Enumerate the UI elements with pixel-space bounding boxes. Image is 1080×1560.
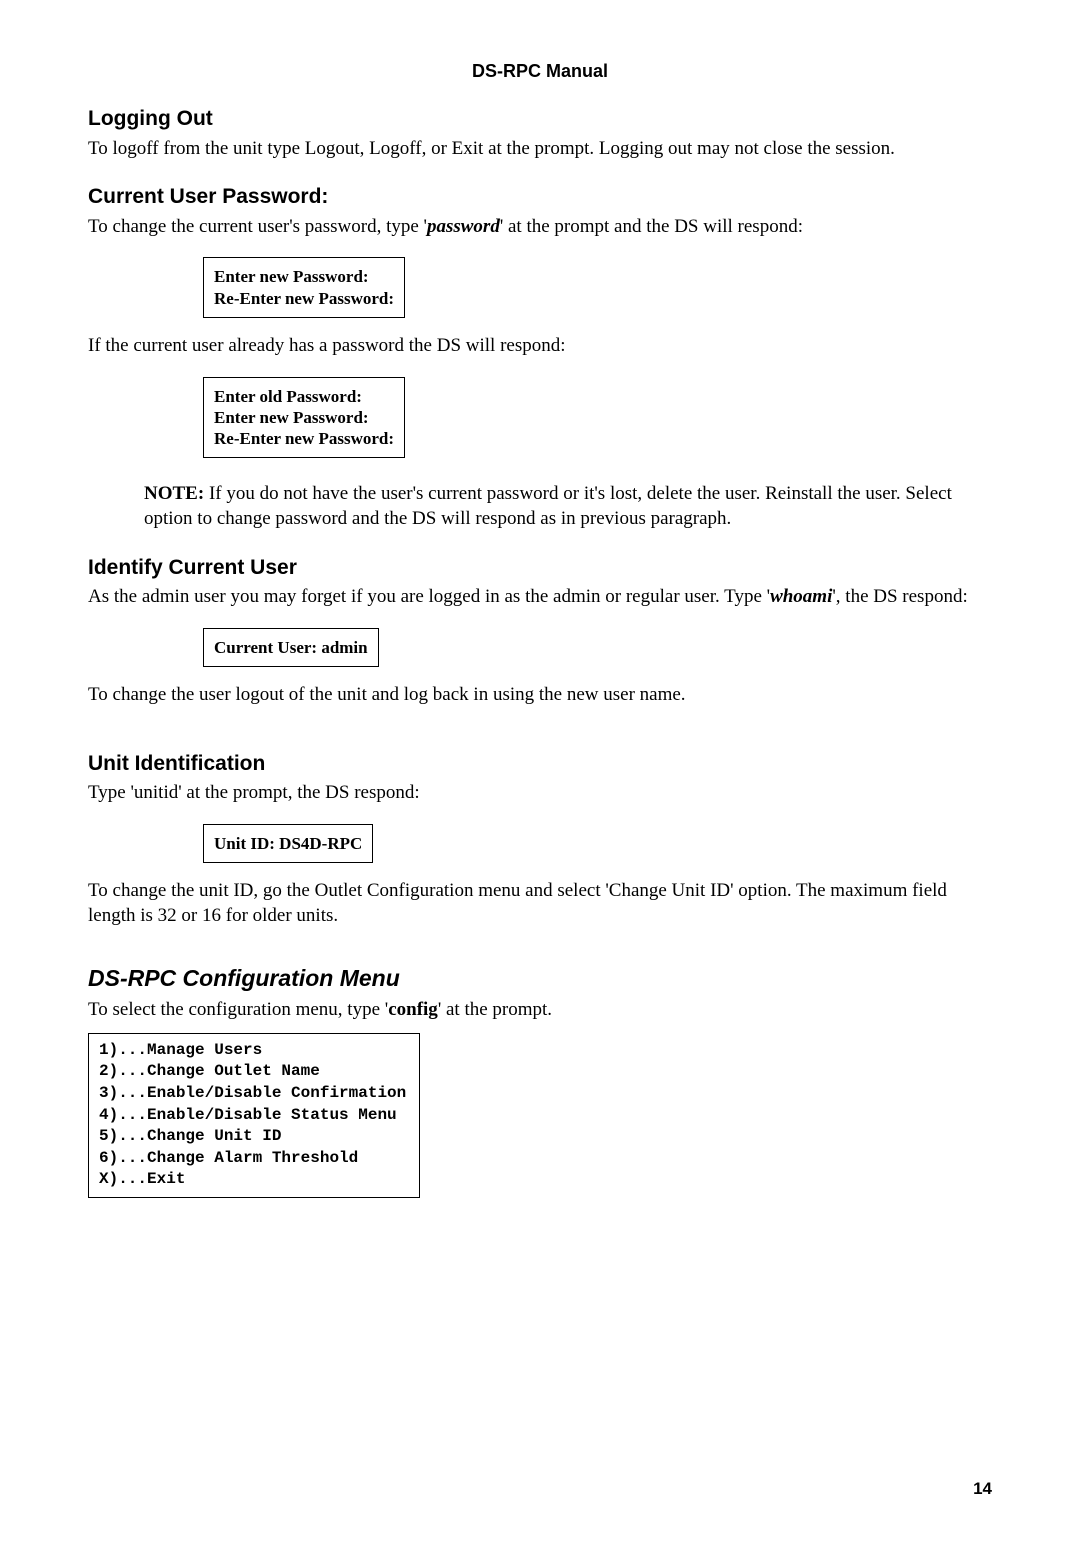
terminal-box-old-password: Enter old Password: Enter new Password: … — [203, 377, 405, 459]
text-fragment: As the admin user you may forget if you … — [88, 586, 770, 607]
terminal-box-current-user: Current User: admin — [203, 628, 379, 667]
body-unitid-intro: Type 'unitid' at the prompt, the DS resp… — [88, 781, 992, 806]
body-password-mid: If the current user already has a passwo… — [88, 334, 992, 359]
heading-config-menu: DS-RPC Configuration Menu — [88, 964, 992, 994]
page-number: 14 — [88, 1478, 992, 1500]
terminal-box-new-password: Enter new Password: Re-Enter new Passwor… — [203, 257, 405, 318]
text-fragment: To select the configuration menu, type ' — [88, 999, 388, 1020]
text-fragment: ' at the prompt and the DS will respond: — [500, 216, 803, 237]
heading-current-user-password: Current User Password: — [88, 183, 992, 210]
text-fragment: ', the DS respond: — [832, 586, 967, 607]
note-label: NOTE: — [144, 483, 204, 504]
heading-logging-out: Logging Out — [88, 105, 992, 132]
command-password: password — [427, 216, 500, 237]
document-header: DS-RPC Manual — [88, 60, 992, 83]
note-block: NOTE: If you do not have the user's curr… — [144, 482, 992, 531]
heading-identify-current-user: Identify Current User — [88, 554, 992, 581]
text-fragment: ' at the prompt. — [438, 999, 552, 1020]
body-logging-out: To logoff from the unit type Logout, Log… — [88, 137, 992, 162]
body-config-intro: To select the configuration menu, type '… — [88, 998, 992, 1023]
text-fragment: To change the current user's password, t… — [88, 216, 427, 237]
heading-unit-identification: Unit Identification — [88, 750, 992, 777]
body-identify-after: To change the user logout of the unit an… — [88, 683, 992, 708]
command-whoami: whoami — [770, 586, 832, 607]
body-identify-intro: As the admin user you may forget if you … — [88, 585, 992, 610]
body-password-intro: To change the current user's password, t… — [88, 215, 992, 240]
body-unitid-after: To change the unit ID, go the Outlet Con… — [88, 879, 992, 928]
note-body: If you do not have the user's current pa… — [144, 483, 952, 529]
terminal-box-config-menu: 1)...Manage Users 2)...Change Outlet Nam… — [88, 1033, 420, 1198]
command-config: config — [388, 999, 438, 1020]
terminal-box-unit-id: Unit ID: DS4D-RPC — [203, 824, 373, 863]
